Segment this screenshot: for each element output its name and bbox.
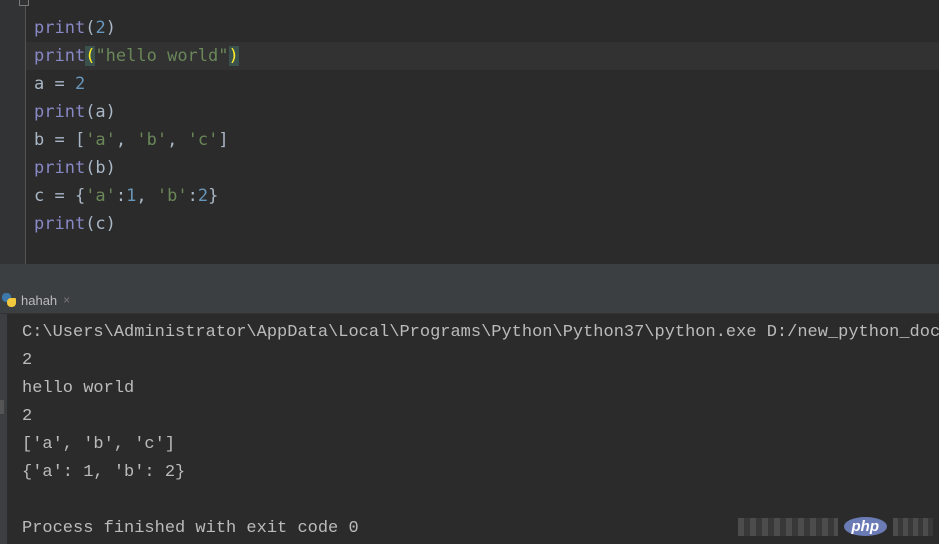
code-token: ,: [115, 130, 137, 150]
blurred-text: [893, 517, 933, 536]
console-output: C:\Users\Administrator\AppData\Local\Pro…: [22, 319, 939, 543]
console-line: ['a', 'b', 'c']: [22, 435, 176, 454]
panel-divider: [0, 264, 939, 286]
code-area[interactable]: print(2) print("hello world") a = 2 print(a…: [26, 14, 939, 238]
code-line[interactable]: print(c): [26, 210, 939, 238]
run-tab-hahah[interactable]: hahah ×: [0, 286, 74, 314]
code-line[interactable]: c = {'a':1, 'b':2}: [26, 182, 939, 210]
code-line[interactable]: b = ['a', 'b', 'c']: [26, 126, 939, 154]
code-token: "hello world": [95, 46, 229, 66]
code-token: ,: [136, 186, 157, 206]
run-tool-window-tabbar: hahah ×: [0, 286, 939, 314]
code-token: (a): [85, 102, 116, 122]
fold-icon[interactable]: [19, 0, 29, 6]
console-gutter: [0, 314, 7, 544]
code-token: ,: [167, 130, 188, 150]
code-token: :: [115, 186, 127, 206]
editor-gutter: [0, 0, 29, 264]
code-token: ]: [218, 130, 229, 150]
code-line[interactable]: a = 2: [26, 70, 939, 98]
console-line: 2: [22, 407, 33, 426]
code-token: c = {: [34, 186, 86, 206]
code-token: 'b': [156, 186, 188, 206]
run-tab-label: hahah: [21, 292, 58, 308]
code-token: 2: [197, 186, 209, 206]
code-token: ): [228, 46, 239, 66]
code-token: b = [: [34, 130, 86, 150]
console-line: C:\Users\Administrator\AppData\Local\Pro…: [22, 323, 939, 342]
code-token: 1: [126, 186, 137, 206]
run-console[interactable]: C:\Users\Administrator\AppData\Local\Pro…: [0, 314, 939, 544]
watermark: php: [737, 517, 933, 536]
php-logo: php: [843, 517, 887, 536]
code-token: 2: [95, 18, 106, 38]
code-token: }: [208, 186, 219, 206]
blurred-text: [737, 517, 838, 536]
code-token: 'a': [85, 186, 116, 206]
code-token: (: [85, 18, 96, 38]
code-line[interactable]: print(2): [26, 14, 939, 42]
python-icon: [2, 293, 16, 307]
console-line: 2: [22, 351, 33, 370]
code-token: print: [34, 102, 86, 122]
code-token: (c): [85, 214, 116, 234]
code-token: print: [34, 158, 86, 178]
code-token: print: [34, 214, 86, 234]
code-line[interactable]: print(a): [26, 98, 939, 126]
code-token: 'b': [136, 130, 168, 150]
code-token: print: [34, 46, 86, 66]
code-token: 2: [74, 74, 86, 94]
code-editor[interactable]: print(2) print("hello world") a = 2 print(a…: [0, 0, 939, 264]
console-line: {'a': 1, 'b': 2}: [22, 463, 186, 482]
code-line[interactable]: print(b): [26, 154, 939, 182]
code-token: print: [34, 18, 86, 38]
code-token: ): [105, 18, 116, 38]
code-token: a =: [34, 74, 75, 94]
code-token: (: [85, 46, 96, 66]
console-line: hello world: [22, 379, 135, 398]
code-line[interactable]: print("hello world"): [26, 42, 939, 70]
code-token: (b): [85, 158, 116, 178]
code-token: 'a': [85, 130, 116, 150]
close-icon[interactable]: ×: [63, 293, 70, 307]
code-token: :: [187, 186, 198, 206]
code-token: 'c': [187, 130, 219, 150]
